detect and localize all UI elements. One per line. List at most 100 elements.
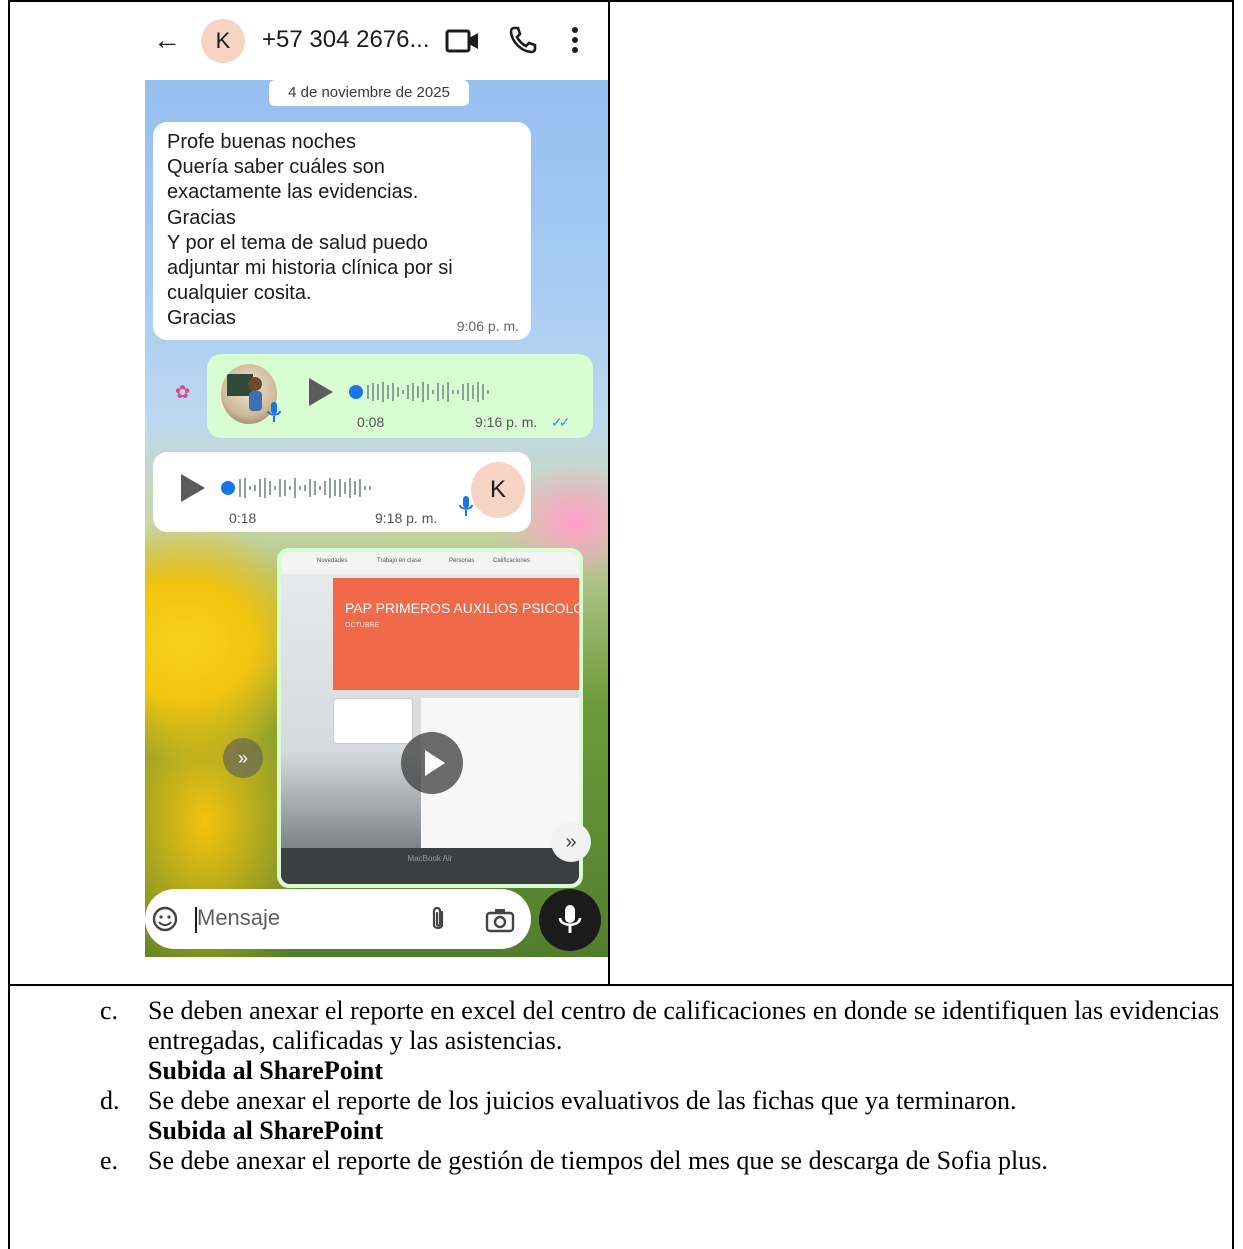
message-line: exactamente las evidencias.: [167, 181, 419, 204]
list-item-text: Se deben anexar el reporte en excel del …: [148, 996, 1220, 1055]
waveform-bar: [314, 481, 316, 495]
classroom-tab: Personas: [449, 558, 475, 564]
message-line: Quería saber cuáles son: [167, 156, 385, 179]
contact-name[interactable]: +57 304 2676...: [262, 26, 429, 54]
table-column-divider: [608, 0, 610, 984]
list-marker: e.: [100, 1146, 119, 1175]
list-item: e. Se debe anexar el reporte de gestión …: [100, 1146, 1230, 1176]
waveform-bar: [334, 480, 336, 496]
list-item-text: Se debe anexar el reporte de los juicios…: [148, 1086, 1017, 1115]
voice-note-mic-icon: [459, 496, 473, 516]
chat-header: ← K +57 304 2676...: [145, 2, 608, 80]
audio-seek-handle[interactable]: [349, 385, 363, 399]
chat-screenshot: ← K +57 304 2676... 4 de noviembre de 20…: [145, 2, 608, 957]
audio-duration: 0:18: [229, 510, 257, 526]
waveform-bar: [319, 486, 321, 490]
waveform-bar: [477, 382, 479, 402]
waveform-bar: [462, 384, 464, 400]
list-item-text: Se debe anexar el reporte de gestión de …: [148, 1146, 1048, 1175]
waveform-bar: [364, 486, 366, 490]
waveform-bar: [472, 385, 474, 399]
phone-call-icon[interactable]: [507, 24, 539, 56]
voice-note-mic-icon: [267, 402, 281, 422]
mic-icon: [558, 905, 582, 933]
audio-duration: 0:08: [357, 414, 385, 430]
waveform-bar: [284, 480, 286, 496]
video-message[interactable]: Novedades Trabajo en clase Personas Cali…: [277, 548, 583, 888]
classroom-tab: Trabajo en clase: [377, 558, 422, 564]
waveform-bar: [417, 386, 419, 398]
waveform-bar: [397, 387, 399, 397]
waveform-bar: [437, 383, 439, 401]
waveform-bar: [254, 485, 256, 491]
incoming-text-message[interactable]: Profe buenas noches Quería saber cuáles s…: [153, 122, 531, 340]
waveform-bar: [442, 385, 444, 399]
waveform-bar: [447, 382, 449, 402]
banner-subtitle: OCTUBRE: [345, 622, 380, 629]
waveform-bar: [279, 479, 281, 497]
message-line: Gracias: [167, 206, 236, 229]
forward-icon[interactable]: »: [223, 738, 263, 778]
waveform-bar: [467, 383, 469, 401]
play-icon[interactable]: [309, 378, 333, 406]
waveform-bar: [482, 384, 484, 400]
waveform-bar: [422, 382, 424, 402]
message-line: Profe buenas noches: [167, 131, 357, 153]
classroom-tab: Calificaciones: [493, 558, 531, 564]
classroom-tabs: Novedades Trabajo en clase Personas Cali…: [281, 552, 579, 574]
message-time: 9:16 p. m.: [475, 414, 538, 430]
waveform-bar: [239, 479, 241, 497]
table-row-divider: [8, 984, 1234, 986]
waveform-bar: [274, 486, 276, 490]
list-item: d. Se debe anexar el reporte de los juic…: [100, 1086, 1230, 1146]
waveform-bar: [294, 478, 296, 498]
waveform-bar: [354, 481, 356, 495]
waveform-bar: [349, 478, 351, 498]
date-chip: 4 de noviembre de 2025: [269, 80, 469, 106]
list-marker: c.: [100, 996, 119, 1025]
back-arrow-icon[interactable]: ←: [151, 24, 183, 56]
list-item-status: Subida al SharePoint: [148, 1116, 384, 1145]
flower-sticker-icon: ✿: [175, 382, 191, 402]
camera-icon[interactable]: [485, 907, 515, 933]
waveform-bar: [344, 482, 346, 494]
waveform-bar: [412, 383, 414, 401]
waveform-bar: [402, 390, 404, 394]
message-time: 9:18 p. m.: [375, 510, 438, 526]
waveform-bar: [244, 478, 246, 498]
waveform-bar: [299, 486, 301, 490]
waveform-bar: [407, 385, 409, 399]
video-thumbnail: Novedades Trabajo en clase Personas Cali…: [281, 552, 579, 884]
play-icon[interactable]: [181, 474, 205, 502]
classroom-banner: PAP PRIMEROS AUXILIOS PSICOLO OCTUBRE: [333, 578, 579, 690]
audio-seek-handle[interactable]: [221, 481, 235, 495]
list-item-status: Subida al SharePoint: [148, 1056, 384, 1085]
laptop-bezel: MacBook Air: [281, 848, 579, 884]
incoming-voice-message[interactable]: 0:18 9:18 p. m. K: [153, 452, 531, 532]
scroll-down-icon[interactable]: »: [551, 822, 591, 862]
class-code-card: [333, 698, 413, 744]
video-call-icon[interactable]: [445, 27, 481, 55]
banner-title: PAP PRIMEROS AUXILIOS PSICOLO: [345, 600, 579, 616]
waveform-bar: [372, 383, 374, 401]
audio-waveform[interactable]: [239, 476, 371, 500]
more-vert-icon[interactable]: [565, 24, 585, 56]
message-line: cualquier cosita.: [167, 282, 312, 305]
message-input[interactable]: Mensaje: [197, 905, 280, 931]
contact-avatar[interactable]: K: [201, 19, 245, 63]
attach-icon[interactable]: [427, 905, 449, 933]
message-composer[interactable]: Mensaje: [145, 889, 531, 949]
waveform-bar: [264, 478, 266, 498]
voice-record-button[interactable]: [539, 889, 601, 951]
message-line: adjuntar mi historia clínica por si: [167, 257, 453, 280]
waveform-bar: [387, 385, 389, 399]
audio-waveform[interactable]: [367, 380, 489, 404]
emoji-sticker-icon[interactable]: [151, 905, 179, 933]
list-item: c. Se deben anexar el reporte en excel d…: [100, 996, 1230, 1086]
waveform-bar: [339, 479, 341, 497]
message-body: Profe buenas noches Quería saber cuáles s…: [167, 130, 517, 332]
sender-avatar: K: [471, 462, 525, 518]
video-play-icon[interactable]: [401, 732, 463, 794]
outgoing-voice-message[interactable]: 0:08 9:16 p. m. ✓✓: [207, 354, 593, 438]
waveform-bar: [259, 479, 261, 497]
